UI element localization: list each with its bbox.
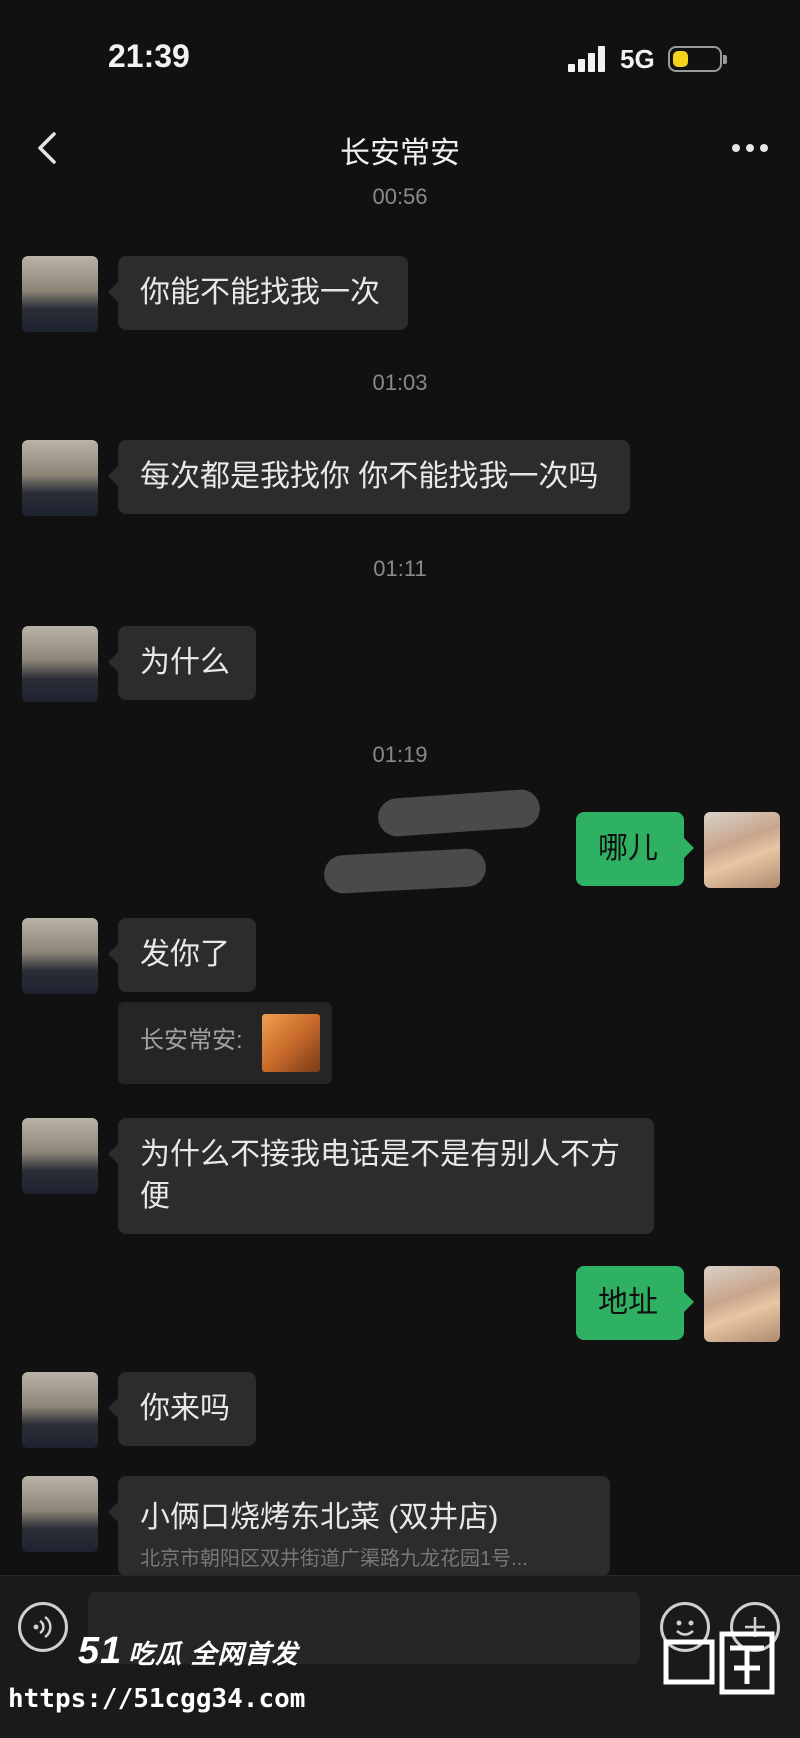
network-type: 5G — [620, 44, 655, 74]
redaction-scribble — [376, 788, 542, 838]
location-address: 北京市朝阳区双井街道广渠路九龙花园1号... — [140, 1548, 528, 1570]
battery-level — [673, 51, 688, 67]
my-avatar[interactable] — [704, 1266, 780, 1342]
message-bubble[interactable]: 发你了 — [108, 918, 256, 992]
watermark-stamp-icon — [660, 1628, 780, 1698]
contact-avatar[interactable] — [22, 626, 98, 702]
message-text: 为什么 — [140, 646, 230, 679]
battery-icon — [668, 46, 727, 72]
voice-icon[interactable] — [18, 1602, 68, 1652]
message-text: 发你了 — [140, 938, 230, 971]
timestamp: 01:19 — [372, 742, 428, 767]
message-text: 为什么不接我电话是不是有别人不方 — [140, 1138, 620, 1171]
quote-image-thumbnail[interactable] — [262, 1014, 320, 1072]
timestamp: 01:03 — [372, 370, 428, 395]
watermark-url: https://51cgg34.com — [8, 1684, 306, 1714]
message-list[interactable]: 00:56 你能不能找我一次 01:03 每次都是我找你 你不能找我一次吗 01… — [0, 184, 800, 1576]
redaction-scribble — [323, 847, 487, 895]
message-bubble-sent[interactable]: 地址 — [576, 1266, 694, 1340]
message-bubble[interactable]: 为什么不接我电话是不是有别人不方 便 — [108, 1118, 654, 1234]
message-text: 哪儿 — [598, 832, 658, 865]
contact-avatar[interactable] — [22, 1476, 98, 1552]
watermark-tagline: 吃瓜 全网首发 — [128, 1639, 299, 1669]
message-bubble[interactable]: 为什么 — [108, 626, 256, 700]
watermark-logo-number: 51 — [78, 1630, 123, 1672]
watermark-logo: 51 吃瓜 全网首发 — [78, 1630, 299, 1673]
timestamp: 01:11 — [373, 556, 427, 581]
contact-avatar[interactable] — [22, 1372, 98, 1448]
quoted-message[interactable]: 长安常安: — [118, 1002, 332, 1084]
contact-avatar[interactable] — [22, 440, 98, 516]
status-time: 21:39 — [108, 38, 190, 74]
quote-sender: 长安常安: — [140, 1027, 243, 1054]
timestamp: 00:56 — [372, 184, 428, 209]
chat-header: 长安常安 — [0, 110, 800, 190]
chat-title: 长安常安 — [340, 137, 460, 170]
contact-avatar[interactable] — [22, 1118, 98, 1194]
message-bubble[interactable]: 你能不能找我一次 — [108, 256, 408, 330]
message-text: 每次都是我找你 你不能找我一次吗 — [140, 460, 599, 493]
my-avatar[interactable] — [704, 812, 780, 888]
message-text: 你能不能找我一次 — [140, 276, 380, 309]
more-horizontal-icon[interactable] — [728, 128, 772, 168]
message-bubble[interactable]: 你来吗 — [108, 1372, 256, 1446]
location-card[interactable]: 小俩口烧烤东北菜 (双井店) 北京市朝阳区双井街道广渠路九龙花园1号... — [108, 1476, 610, 1576]
message-text: 便 — [140, 1180, 170, 1213]
message-bubble[interactable]: 每次都是我找你 你不能找我一次吗 — [108, 440, 630, 514]
signal-icon — [568, 46, 608, 72]
message-text: 地址 — [598, 1286, 658, 1319]
message-text: 你来吗 — [140, 1392, 230, 1425]
contact-avatar[interactable] — [22, 918, 98, 994]
message-bubble-sent[interactable]: 哪儿 — [576, 812, 694, 886]
status-bar: 21:39 5G — [0, 0, 800, 110]
location-name: 小俩口烧烤东北菜 (双井店) — [140, 1501, 499, 1534]
contact-avatar[interactable] — [22, 256, 98, 332]
